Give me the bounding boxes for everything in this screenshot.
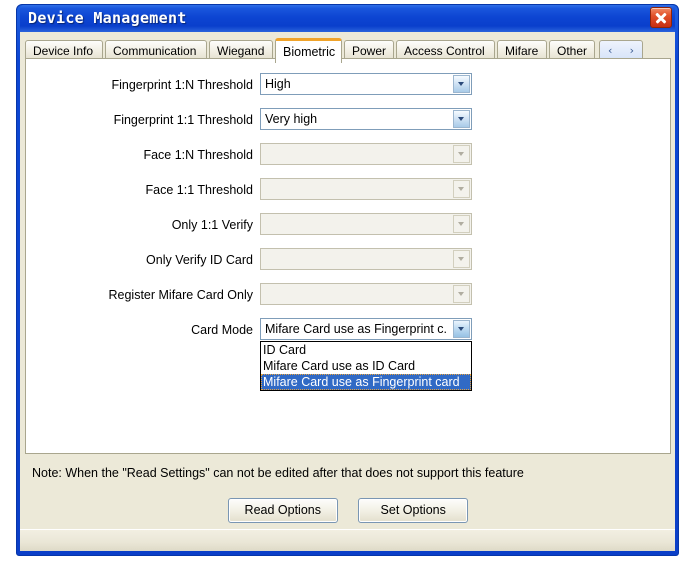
chevron-down-icon — [453, 250, 470, 268]
form-row: Fingerprint 1:N Threshold High — [26, 71, 670, 106]
button-row: Read Options Set Options — [20, 498, 676, 523]
field-label: Fingerprint 1:N Threshold — [111, 78, 253, 92]
combobox-value: High — [265, 77, 291, 91]
title-bar: Device Management — [20, 5, 675, 32]
dropdown-option[interactable]: Mifare Card use as Fingerprint card — [261, 374, 471, 390]
chevron-down-icon[interactable] — [453, 75, 470, 93]
settings-form: Fingerprint 1:N Threshold High Fingerprint… — [26, 71, 670, 391]
combobox-card-mode[interactable]: Mifare Card use as Fingerprint c. — [260, 318, 472, 340]
tab-panel-biometric: Fingerprint 1:N Threshold High Fingerprint… — [25, 58, 671, 454]
chevron-right-icon[interactable]: › — [630, 44, 634, 57]
chevron-down-icon — [453, 180, 470, 198]
form-row: Card Mode Mifare Card use as Fingerprint … — [26, 316, 670, 391]
combobox-value: Mifare Card use as Fingerprint c. — [265, 322, 448, 336]
form-row: Only Verify ID Card — [26, 246, 670, 281]
field-label: Fingerprint 1:1 Threshold — [113, 113, 253, 127]
set-options-button[interactable]: Set Options — [358, 498, 469, 523]
dropdown-option[interactable]: ID Card — [261, 342, 471, 358]
chevron-down-icon[interactable] — [453, 110, 470, 128]
dropdown-list[interactable]: ID Card Mifare Card use as ID Card Mifare … — [260, 341, 472, 391]
form-row: Face 1:N Threshold — [26, 141, 670, 176]
field-label: Only 1:1 Verify — [171, 218, 253, 232]
combobox-register-mifare-card-only — [260, 283, 472, 305]
field-label: Card Mode — [191, 323, 253, 337]
combobox-value: Very high — [265, 112, 318, 126]
combobox-fingerprint-1-1-threshold[interactable]: Very high — [260, 108, 472, 130]
form-row: Only 1:1 Verify — [26, 211, 670, 246]
form-row: Fingerprint 1:1 Threshold Very high — [26, 106, 670, 141]
combobox-fingerprint-1-n-threshold[interactable]: High — [260, 73, 472, 95]
combobox-face-1-1-threshold — [260, 178, 472, 200]
chevron-down-icon — [453, 215, 470, 233]
read-options-button[interactable]: Read Options — [227, 498, 338, 523]
chevron-down-icon — [453, 145, 470, 163]
form-row: Register Mifare Card Only — [26, 281, 670, 316]
client-area: ‹ › Device Info Communication Wiegand Biome… — [20, 32, 675, 551]
close-icon[interactable] — [650, 7, 672, 28]
screenshot-root: Device Management ‹ › Device Info Communi… — [0, 0, 695, 565]
tab-biometric[interactable]: Biometric — [275, 38, 342, 63]
dropdown-option[interactable]: Mifare Card use as ID Card — [261, 358, 471, 374]
window-title: Device Management — [28, 9, 187, 27]
field-label: Only Verify ID Card — [146, 253, 253, 267]
combobox-only-1-1-verify — [260, 213, 472, 235]
note-text: Note: When the "Read Settings" can not b… — [32, 466, 524, 480]
chevron-down-icon — [453, 285, 470, 303]
field-label: Face 1:N Threshold — [143, 148, 253, 162]
status-bar — [20, 529, 675, 551]
device-management-window: Device Management ‹ › Device Info Communi… — [16, 4, 679, 556]
combobox-only-verify-id-card — [260, 248, 472, 270]
field-label: Face 1:1 Threshold — [145, 183, 253, 197]
chevron-left-icon[interactable]: ‹ — [608, 44, 612, 57]
chevron-down-icon[interactable] — [453, 320, 470, 338]
field-label: Register Mifare Card Only — [108, 288, 254, 302]
combobox-face-1-n-threshold — [260, 143, 472, 165]
form-row: Face 1:1 Threshold — [26, 176, 670, 211]
